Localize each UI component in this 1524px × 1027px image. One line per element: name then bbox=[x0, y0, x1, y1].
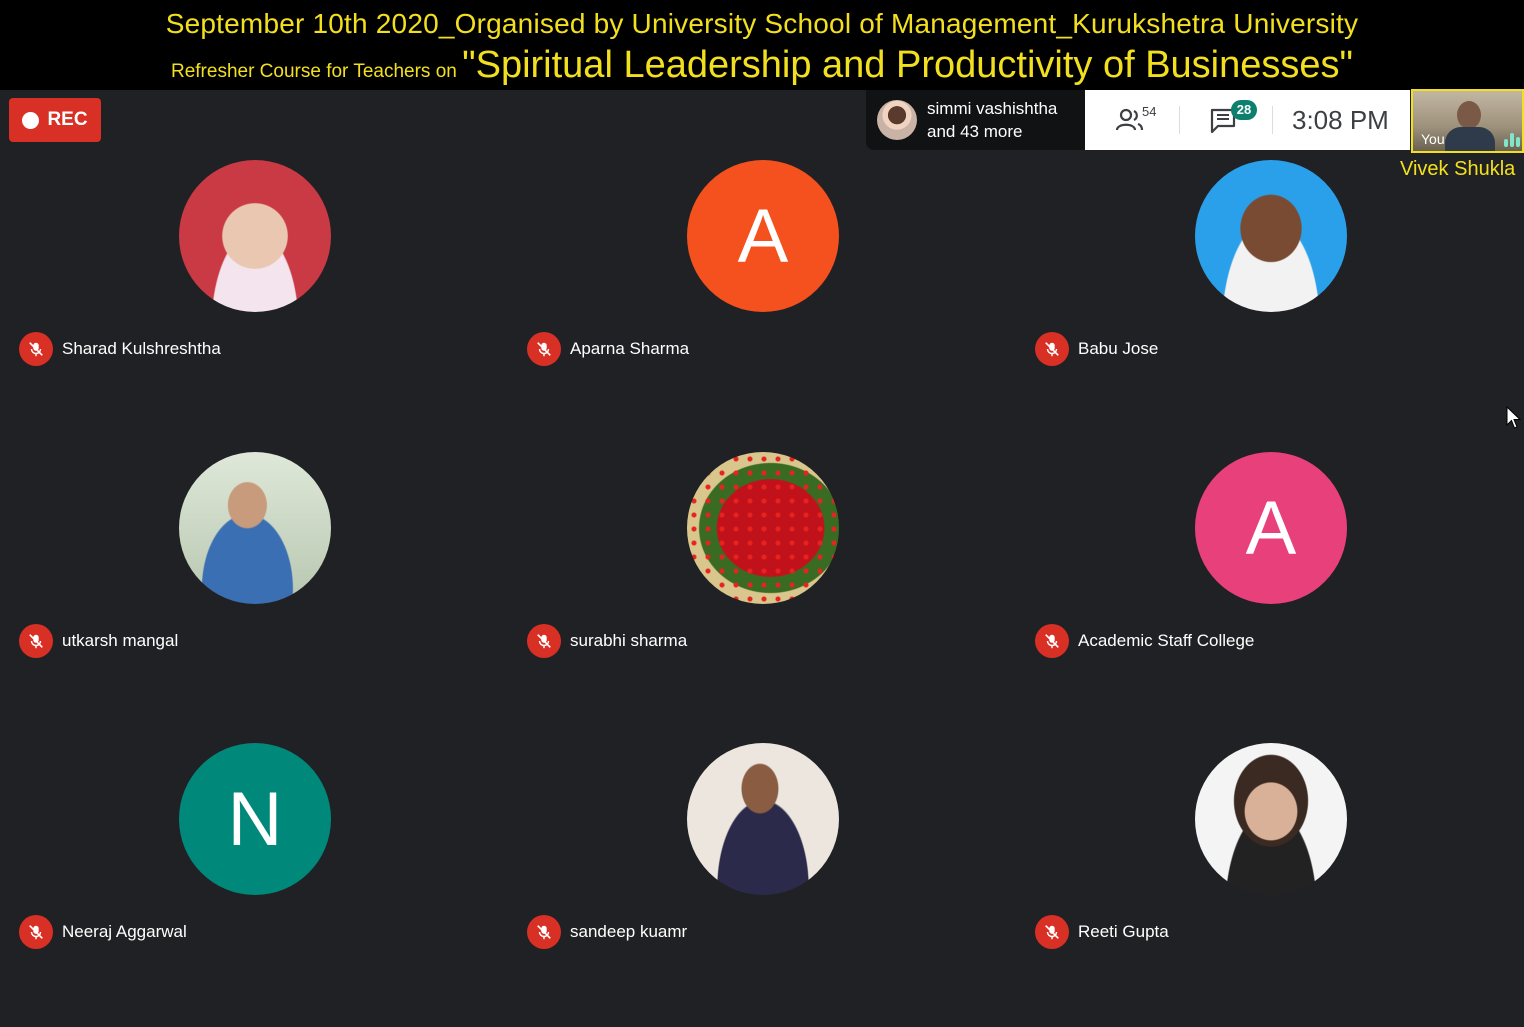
participant-avatar bbox=[687, 452, 839, 604]
meeting-info-bar: 54 28 3:08 PM bbox=[1085, 90, 1410, 150]
divider bbox=[1272, 106, 1273, 134]
participant-nameplate: Babu Jose bbox=[1035, 332, 1158, 366]
banner-course-label: Refresher Course for Teachers on bbox=[170, 61, 463, 82]
audio-level-icon bbox=[1504, 133, 1520, 147]
people-icon bbox=[1115, 108, 1144, 131]
mic-off-icon bbox=[19, 915, 53, 949]
mic-off-icon bbox=[19, 332, 53, 366]
chat-count-badge: 28 bbox=[1231, 100, 1257, 120]
people-count: 54 bbox=[1142, 104, 1157, 119]
participant-tile[interactable]: Reeti Gupta bbox=[1025, 735, 1524, 1027]
participant-avatar bbox=[1195, 160, 1347, 312]
participant-tile[interactable]: utkarsh mangal bbox=[9, 444, 517, 736]
banner-subtitle: Refresher Course for Teachers on "Spirit… bbox=[0, 44, 1524, 87]
recording-indicator: REC bbox=[9, 98, 101, 142]
participant-name: Aparna Sharma bbox=[570, 339, 690, 358]
participant-name: Neeraj Aggarwal bbox=[62, 922, 187, 941]
mic-off-icon bbox=[1035, 332, 1069, 366]
participant-avatar bbox=[179, 452, 331, 604]
participant-tile[interactable]: N Neeraj Aggarwal bbox=[9, 735, 517, 1027]
participant-name: sandeep kuamr bbox=[570, 922, 688, 941]
mic-off-icon bbox=[527, 332, 561, 366]
people-button[interactable]: 54 bbox=[1115, 104, 1156, 139]
self-view-tile[interactable]: You bbox=[1411, 89, 1524, 153]
participant-tile[interactable]: A Aparna Sharma bbox=[517, 152, 1025, 444]
event-banner: September 10th 2020_Organised by Univers… bbox=[0, 0, 1524, 90]
participant-tile[interactable]: A Academic Staff College bbox=[1025, 444, 1524, 736]
mic-off-icon bbox=[1035, 624, 1069, 658]
participant-name: surabhi sharma bbox=[570, 631, 688, 650]
mic-off-icon bbox=[527, 915, 561, 949]
participant-avatar bbox=[1195, 743, 1347, 895]
participant-nameplate: Reeti Gupta bbox=[1035, 915, 1169, 949]
participant-name: Academic Staff College bbox=[1078, 631, 1255, 650]
participant-tile[interactable]: Sharad Kulshreshtha bbox=[9, 152, 517, 444]
participant-nameplate: Sharad Kulshreshtha bbox=[19, 332, 221, 366]
participant-avatar: A bbox=[687, 160, 839, 312]
participant-name: Babu Jose bbox=[1078, 339, 1159, 358]
mic-off-icon bbox=[19, 624, 53, 658]
divider bbox=[1179, 106, 1180, 134]
participant-name: Sharad Kulshreshtha bbox=[62, 339, 221, 358]
presenter-name: simmi vashishtha bbox=[927, 99, 1058, 118]
presenter-avatar bbox=[877, 100, 917, 140]
participant-nameplate: sandeep kuamr bbox=[527, 915, 687, 949]
participant-avatar: A bbox=[1195, 452, 1347, 604]
participant-name: Reeti Gupta bbox=[1078, 922, 1169, 941]
participant-name: utkarsh mangal bbox=[62, 631, 179, 650]
self-label: You bbox=[1421, 131, 1445, 147]
self-video-head bbox=[1457, 101, 1481, 129]
mic-off-icon bbox=[1035, 915, 1069, 949]
participant-nameplate: utkarsh mangal bbox=[19, 624, 178, 658]
participant-nameplate: Academic Staff College bbox=[1035, 624, 1254, 658]
self-video-body bbox=[1445, 127, 1495, 151]
presenter-more: and 43 more bbox=[927, 122, 1023, 141]
banner-title: September 10th 2020_Organised by Univers… bbox=[165, 8, 1359, 39]
participant-avatar bbox=[179, 160, 331, 312]
mic-off-icon bbox=[527, 624, 561, 658]
participant-tile[interactable]: Babu Jose bbox=[1025, 152, 1524, 444]
banner-topic: "Spiritual Leadership and Productivity o… bbox=[462, 44, 1354, 86]
participant-nameplate: Aparna Sharma bbox=[527, 332, 689, 366]
record-dot-icon bbox=[22, 111, 40, 129]
participant-tile[interactable]: surabhi sharma bbox=[517, 444, 1025, 736]
meeting-clock: 3:08 PM bbox=[1292, 105, 1389, 135]
recording-label: REC bbox=[47, 109, 88, 130]
participant-nameplate: surabhi sharma bbox=[527, 624, 687, 658]
participant-nameplate: Neeraj Aggarwal bbox=[19, 915, 187, 949]
presenting-chip[interactable]: simmi vashishtha and 43 more bbox=[866, 90, 1085, 150]
participant-avatar: N bbox=[179, 743, 331, 895]
chat-button[interactable]: 28 bbox=[1209, 100, 1257, 141]
participant-tile[interactable]: sandeep kuamr bbox=[517, 735, 1025, 1027]
participant-avatar bbox=[687, 743, 839, 895]
